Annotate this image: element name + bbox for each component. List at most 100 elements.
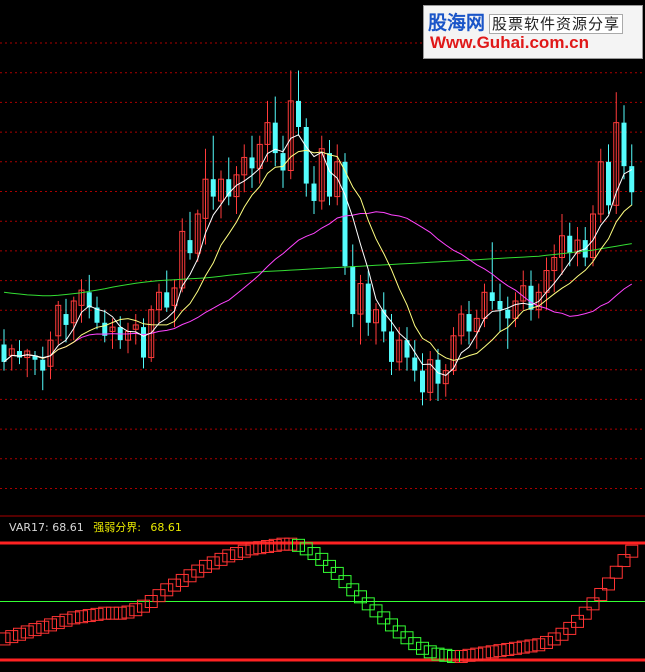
var17-box (501, 642, 515, 656)
candle-down (505, 309, 511, 319)
candle-down (210, 179, 216, 197)
var17-box (191, 564, 205, 578)
var17-box (129, 603, 143, 617)
var17-box (75, 610, 88, 624)
stock-chart (0, 42, 645, 663)
candle-down (606, 161, 611, 206)
logo-site-name: 股海网 (428, 12, 486, 34)
var17-box (292, 538, 305, 552)
qiangruo-value: 68.61 (150, 521, 182, 534)
candle-down (365, 283, 371, 323)
var17-box (90, 607, 104, 621)
var17-box (0, 632, 11, 646)
guhai-watermark-logo: 股海网 股票软件资源分享 Www.Guhai.com.cn (423, 5, 643, 59)
var17-box (361, 597, 375, 611)
var17-box (183, 569, 197, 583)
var17-box (578, 606, 592, 620)
var17-box (51, 616, 65, 630)
candle-down (187, 240, 193, 254)
var17-box (175, 573, 189, 587)
candle-down (1, 344, 7, 362)
var17-box (377, 611, 391, 625)
var17-box (516, 640, 530, 654)
candle-down (40, 359, 46, 371)
logo-url: Www.Guhai.com.cn (430, 33, 589, 52)
var17-box (106, 606, 119, 620)
ma120-line (3, 243, 632, 297)
var17-box (13, 627, 26, 641)
var17-box (346, 583, 360, 597)
var17-box (67, 611, 81, 625)
var17-box (230, 547, 243, 561)
var17-box (586, 597, 600, 611)
candle-down (420, 370, 425, 393)
candle-down (567, 235, 573, 254)
var17-box (423, 645, 437, 659)
candle-down (528, 285, 534, 310)
var17-box (609, 565, 623, 579)
var17-box (121, 605, 135, 619)
var17-box (485, 645, 499, 659)
var17-box (540, 635, 553, 649)
var17-box (470, 647, 484, 661)
var17-box (617, 554, 631, 568)
var17-box (509, 641, 522, 655)
candle-down (280, 153, 286, 171)
var17-box (36, 620, 50, 634)
var17-box (385, 618, 398, 632)
price-grid (0, 42, 645, 517)
var17-box (547, 632, 561, 646)
candlestick-series (1, 70, 635, 406)
candle-down (327, 153, 332, 197)
var17-box (28, 623, 42, 637)
moving-average-lines (3, 134, 633, 376)
var17-box (237, 544, 251, 558)
var17-box (299, 542, 313, 556)
candle-down (141, 327, 146, 358)
var17-box (524, 639, 538, 653)
var17-box (199, 559, 212, 573)
var17-box (222, 549, 236, 563)
var17-box (245, 542, 259, 556)
candle-down (342, 161, 348, 267)
candle-down (389, 331, 394, 362)
candle-down (164, 292, 170, 308)
var17-box (113, 606, 127, 620)
var17-box (82, 609, 96, 623)
var17-box (5, 630, 19, 644)
var17-value: 68.61 (52, 521, 84, 534)
candle-down (272, 122, 278, 154)
qiangruo-label: 强弱分界: (93, 521, 141, 534)
candle-down (621, 122, 627, 167)
var17-box (493, 644, 507, 658)
var17-box (214, 552, 228, 566)
var17-box (330, 566, 344, 580)
var17-box (268, 538, 282, 552)
var17-box (338, 575, 352, 589)
var17-label: VAR17: (9, 521, 49, 534)
var17-box (571, 614, 584, 628)
candle-down (63, 314, 69, 325)
candle-down (412, 357, 418, 371)
candle-down (296, 100, 301, 127)
var17-box (625, 544, 639, 558)
var17-box (20, 625, 34, 639)
var17-box (59, 613, 73, 627)
var17-box (206, 556, 220, 570)
var17-box (98, 606, 112, 620)
var17-box (431, 647, 445, 661)
logo-tagline: 股票软件资源分享 (489, 14, 624, 34)
candle-down (435, 359, 441, 384)
candle-down (497, 301, 503, 310)
var17-box (168, 578, 181, 592)
candle-down (466, 314, 472, 332)
ma30-line (3, 211, 633, 363)
candle-down (249, 157, 255, 169)
var17-box (478, 646, 491, 660)
ma5-line (3, 134, 633, 376)
var17-box (416, 641, 429, 655)
candle-down (350, 266, 356, 315)
indicator-label: VAR17: 68.61 强弱分界: 68.61 (9, 519, 182, 535)
var17-box (369, 604, 383, 618)
var17-box (44, 618, 57, 632)
